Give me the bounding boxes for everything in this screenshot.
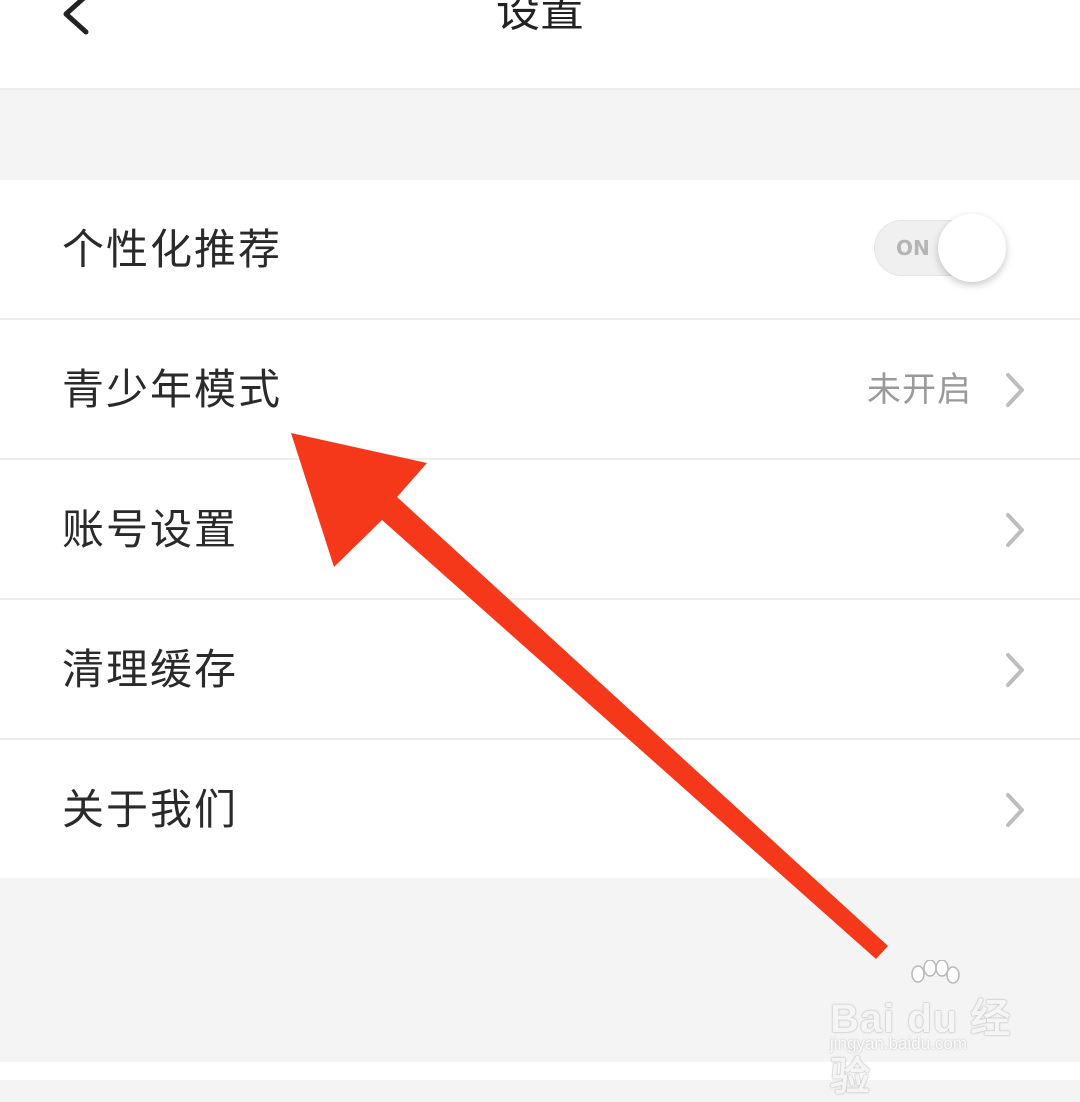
row-label: 个性化推荐 (62, 225, 283, 274)
bottom-edge (0, 1062, 1080, 1080)
row-clear-cache[interactable]: 清理缓存 (0, 600, 1080, 740)
chevron-right-icon (1006, 373, 1024, 407)
watermark-url: jingyan.baidu.com (830, 1034, 968, 1053)
paw-icon (911, 960, 960, 984)
row-teen-mode[interactable]: 青少年模式 未开启 (0, 320, 1080, 460)
row-about-us[interactable]: 关于我们 (0, 740, 1080, 878)
row-label: 关于我们 (62, 785, 239, 834)
row-label: 青少年模式 (62, 365, 283, 414)
settings-list: 个性化推荐 青少年模式 未开启 账号设置 清理缓存 关于我们 (0, 180, 1080, 878)
personalized-recommendation-toggle[interactable]: ON (874, 214, 1012, 282)
baidu-jingyan-watermark: Bai du 经验 jingyan.baidu.com (826, 960, 1036, 1099)
watermark-logo: Bai du 经验 (830, 997, 1012, 1099)
row-label: 账号设置 (62, 505, 239, 554)
row-account-settings[interactable]: 账号设置 (0, 460, 1080, 600)
header-bar: 设置 (0, 0, 1080, 90)
chevron-right-icon (1006, 793, 1024, 827)
toggle-knob (938, 214, 1006, 282)
toggle-state-label: ON (896, 236, 930, 260)
chevron-right-icon (1006, 653, 1024, 687)
page-title: 设置 (496, 0, 584, 37)
chevron-right-icon (1006, 513, 1024, 547)
teen-mode-status: 未开启 (867, 370, 972, 410)
row-label: 清理缓存 (62, 645, 239, 694)
